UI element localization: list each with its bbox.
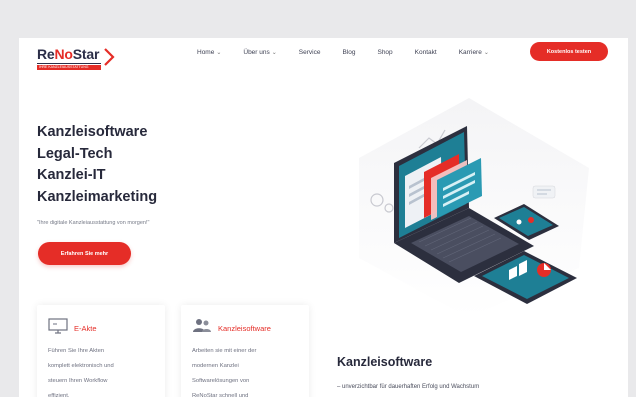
nav-item-kontakt[interactable]: Kontakt xyxy=(415,49,437,56)
hero-line: Legal-Tech xyxy=(37,145,113,162)
main-navigation: Home ⌄ Über uns ⌄ Service Blog Shop Kontak… xyxy=(197,49,511,56)
nav-item-service[interactable]: Service xyxy=(299,49,321,56)
card-description: Arbeiten sie mit einer der modernen Kanz… xyxy=(192,348,257,397)
card-title: E-Akte xyxy=(74,324,97,333)
logo-chevron-icon xyxy=(104,48,115,66)
smartphone-dot xyxy=(516,219,522,225)
section-title: Kanzleisoftware xyxy=(337,355,433,369)
chevron-down-icon: ⌄ xyxy=(483,50,489,56)
card-title: Kanzleisoftware xyxy=(218,324,271,333)
section-subtitle: – unverzichtbar für dauerhaften Erfolg u… xyxy=(337,384,480,390)
nav-item-shop[interactable]: Shop xyxy=(377,49,392,56)
feature-card-kanzleisoftware[interactable]: Kanzleisoftware Arbeiten sie mit einer d… xyxy=(181,305,309,397)
hero-line: Kanzlei-IT xyxy=(37,167,106,183)
nav-item-blog[interactable]: Blog xyxy=(342,49,355,56)
hero-line: Kanzleisoftware xyxy=(37,124,148,140)
free-trial-button[interactable]: Kostenlos testen xyxy=(530,42,608,61)
nav-item-ueber-uns[interactable]: Über uns ⌄ xyxy=(243,49,276,56)
website-page: ReNoStar IHRE KANZLEIAUSSTATTUNG Home ⌄ Ü… xyxy=(19,38,628,397)
chevron-down-icon: ⌄ xyxy=(271,50,277,56)
logo-wordmark: ReNoStar xyxy=(37,46,100,62)
logo-underline xyxy=(37,63,101,64)
smartphone-dot xyxy=(528,217,534,223)
nav-item-home[interactable]: Home ⌄ xyxy=(197,49,221,56)
logo-subline: IHRE KANZLEIAUSSTATTUNG xyxy=(37,65,101,70)
renostar-logo[interactable]: ReNoStar IHRE KANZLEIAUSSTATTUNG xyxy=(37,44,119,74)
hero-illustration xyxy=(359,98,589,318)
users-icon xyxy=(193,319,211,332)
chevron-down-icon: ⌄ xyxy=(216,50,222,56)
learn-more-button[interactable]: Erfahren Sie mehr xyxy=(38,242,131,265)
feature-card-e-akte[interactable]: E-Akte Führen Sie Ihre Akten komplett el… xyxy=(37,305,165,397)
hero-heading: Kanzleisoftware Legal-Tech Kanzlei-IT Ka… xyxy=(37,122,157,208)
nav-item-karriere[interactable]: Karriere ⌄ xyxy=(459,49,489,56)
card-description: Führen Sie Ihre Akten komplett elektroni… xyxy=(48,348,114,397)
hero-tagline: "Ihre digitale Kanzleiausstattung von mo… xyxy=(37,220,150,226)
floating-card xyxy=(532,185,556,199)
monitor-icon xyxy=(48,318,68,334)
hero-line: Kanzleimarketing xyxy=(37,188,158,205)
